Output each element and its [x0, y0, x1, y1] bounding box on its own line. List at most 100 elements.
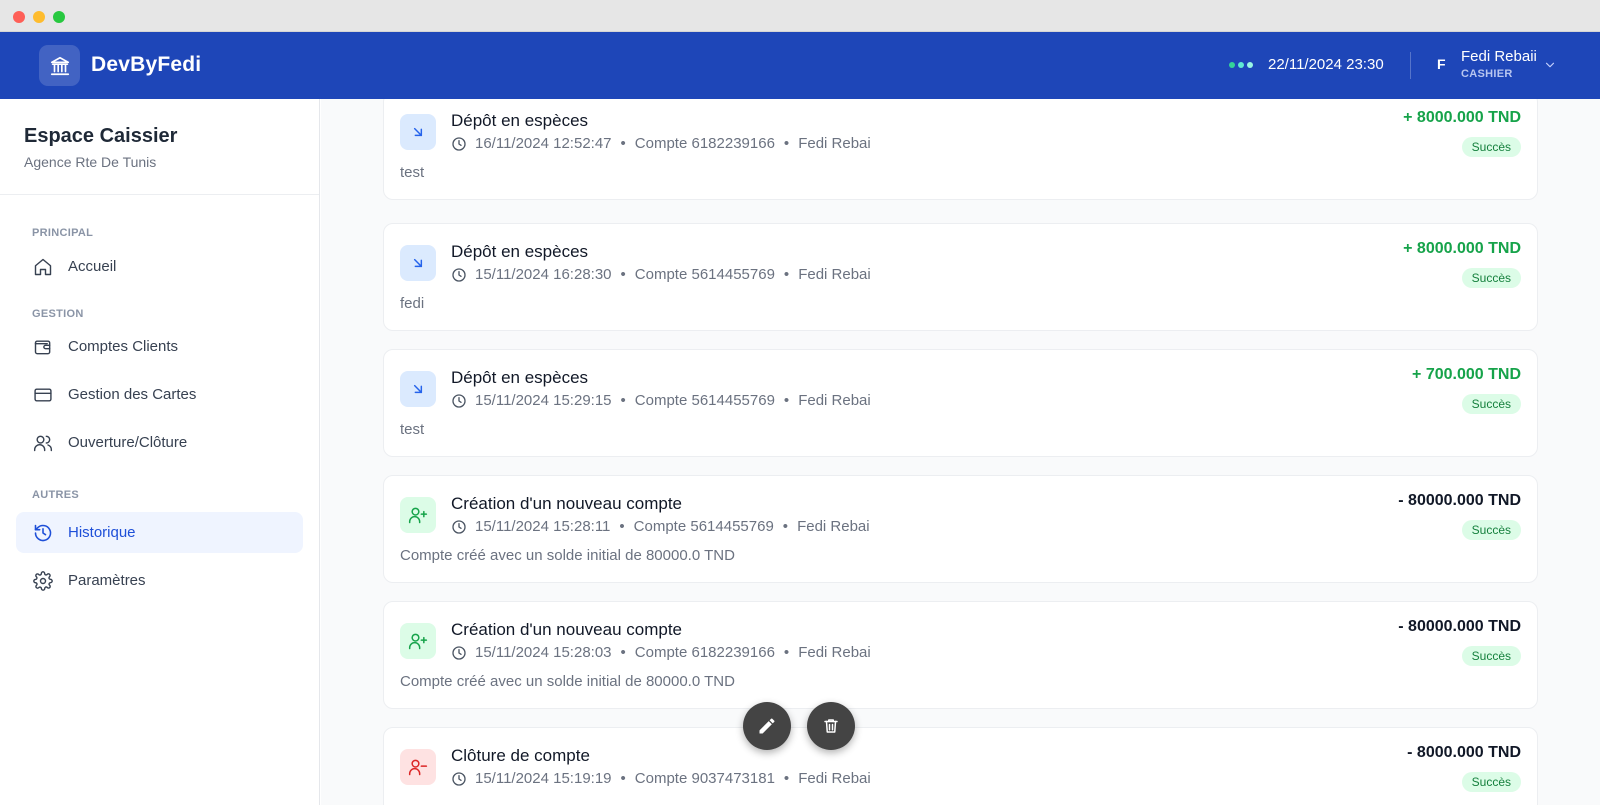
transaction-description: fedi: [400, 295, 425, 312]
transaction-user: Fedi Rebai: [798, 392, 871, 409]
sidebar-header: Espace Caissier Agence Rte De Tunis: [0, 99, 319, 195]
chevron-down-icon[interactable]: [1543, 58, 1557, 77]
transaction-amount: - 8000.000 TND: [1407, 744, 1521, 761]
transaction-history-list[interactable]: Dépôt en espèces 16/11/2024 12:52:47 • Comp…: [321, 99, 1600, 805]
sidebar-item-ouverture-cloture[interactable]: Ouverture/Clôture: [16, 422, 303, 463]
sidebar-item-label: Historique: [68, 524, 136, 541]
avatar[interactable]: F: [1437, 56, 1446, 72]
connection-status-indicator: [1229, 62, 1253, 68]
transaction-date: 16/11/2024 12:52:47: [475, 135, 612, 152]
edit-floating-button[interactable]: [743, 702, 791, 750]
transaction-amount: + 700.000 TND: [1412, 366, 1521, 383]
transaction-account: Compte 9037473181: [634, 770, 775, 787]
list-item[interactable]: Dépôt en espèces 16/11/2024 12:52:47 • Comp…: [383, 99, 1538, 200]
close-window-button[interactable]: [13, 11, 25, 23]
transaction-meta: 15/11/2024 15:28:03 • Compte 6182239166 • Fe…: [451, 644, 871, 661]
window-titlebar: [0, 0, 1600, 32]
clock-icon: [451, 267, 467, 283]
transaction-date: 15/11/2024 15:29:15: [475, 392, 612, 409]
transaction-description: test: [400, 164, 425, 181]
sidebar-title: Espace Caissier: [24, 125, 178, 147]
status-dot: [1247, 62, 1253, 68]
transaction-user: Fedi Rebai: [798, 135, 871, 152]
meta-separator: •: [782, 518, 789, 535]
status-dot: [1238, 62, 1244, 68]
transaction-account: Compte 5614455769: [633, 518, 774, 535]
section-label-gestion: GESTION: [32, 308, 84, 320]
sidebar-item-comptes-clients[interactable]: Comptes Clients: [16, 326, 303, 367]
status-badge: Succès: [1461, 772, 1521, 792]
sidebar-item-parametres[interactable]: Paramètres: [16, 560, 303, 601]
clock-icon: [451, 393, 467, 409]
list-item[interactable]: Dépôt en espèces 15/11/2024 15:29:15 • Comp…: [383, 349, 1538, 457]
transaction-title: Dépôt en espèces: [451, 242, 589, 261]
delete-floating-button[interactable]: [807, 702, 855, 750]
section-label-principal: PRINCIPAL: [32, 227, 94, 239]
transaction-account: Compte 5614455769: [634, 266, 775, 283]
list-item[interactable]: Création d'un nouveau compte 15/11/2024 1…: [383, 475, 1538, 583]
settings-icon: [32, 570, 54, 592]
status-badge: Succès: [1461, 137, 1521, 157]
users-icon: [32, 432, 54, 454]
clock-icon: [451, 136, 467, 152]
transaction-date: 15/11/2024 15:28:11: [475, 518, 611, 535]
sidebar-item-accueil[interactable]: Accueil: [16, 246, 303, 287]
clock-icon: [451, 771, 467, 787]
sidebar-item-historique[interactable]: Historique: [16, 512, 303, 553]
app-window: DevByFedi 22/11/2024 23:30 F Fedi Rebaii…: [0, 0, 1600, 805]
transaction-amount: + 8000.000 TND: [1403, 109, 1521, 126]
transaction-description: test: [400, 421, 425, 438]
sidebar: Espace Caissier Agence Rte De Tunis PRIN…: [0, 99, 320, 805]
user-plus-icon: [400, 497, 436, 533]
maximize-window-button[interactable]: [53, 11, 65, 23]
branch-name: Agence Rte De Tunis: [24, 154, 157, 170]
transaction-date: 15/11/2024 15:19:19: [475, 770, 612, 787]
status-dot: [1229, 62, 1235, 68]
sidebar-item-label: Ouverture/Clôture: [68, 434, 188, 451]
transaction-title: Dépôt en espèces: [451, 111, 589, 130]
transaction-meta: 15/11/2024 15:29:15 • Compte 5614455769 • Fe…: [451, 392, 871, 409]
minimize-window-button[interactable]: [33, 11, 45, 23]
brand-name[interactable]: DevByFedi: [91, 53, 201, 77]
meta-separator: •: [783, 135, 790, 152]
header-divider: [1410, 52, 1411, 79]
list-item[interactable]: Création d'un nouveau compte 15/11/2024 1…: [383, 601, 1538, 709]
transaction-user: Fedi Rebai: [797, 518, 870, 535]
meta-separator: •: [783, 266, 790, 283]
user-minus-icon: [400, 749, 436, 785]
clock-icon: [451, 645, 467, 661]
arrow-down-right-icon: [400, 371, 436, 407]
meta-separator: •: [783, 392, 790, 409]
arrow-down-right-icon: [400, 245, 436, 281]
user-role: CASHIER: [1461, 68, 1513, 80]
transaction-title: Clôture de compte: [451, 746, 590, 765]
transaction-account: Compte 6182239166: [634, 135, 775, 152]
status-badge: Succès: [1461, 646, 1521, 666]
transaction-user: Fedi Rebai: [798, 644, 871, 661]
transaction-description: Compte créé avec un solde initial de 800…: [400, 547, 735, 564]
meta-separator: •: [619, 518, 625, 535]
current-datetime: 22/11/2024 23:30: [1268, 56, 1384, 73]
clock-icon: [451, 519, 467, 535]
transaction-description: Compte créé avec un solde initial de 800…: [400, 673, 735, 690]
sidebar-item-label: Comptes Clients: [68, 338, 179, 355]
transaction-meta: 15/11/2024 15:28:11 • Compte 5614455769 • Fe…: [451, 518, 870, 535]
user-name[interactable]: Fedi Rebaii: [1461, 48, 1537, 65]
list-item[interactable]: Clôture de compte 15/11/2024 15:19:19 • Com…: [383, 727, 1538, 805]
transaction-title: Dépôt en espèces: [451, 368, 589, 387]
sidebar-item-gestion-cartes[interactable]: Gestion des Cartes: [16, 374, 303, 415]
top-navbar: DevByFedi 22/11/2024 23:30 F Fedi Rebaii…: [0, 32, 1600, 99]
section-label-autres: AUTRES: [32, 489, 80, 501]
transaction-user: Fedi Rebai: [798, 770, 871, 787]
transaction-account: Compte 6182239166: [634, 644, 775, 661]
transaction-meta: 15/11/2024 16:28:30 • Compte 5614455769 • Fe…: [451, 266, 871, 283]
meta-separator: •: [620, 135, 626, 152]
transaction-meta: 16/11/2024 12:52:47 • Compte 6182239166 • Fe…: [451, 135, 871, 152]
transaction-amount: - 80000.000 TND: [1398, 618, 1521, 635]
meta-separator: •: [620, 644, 626, 661]
sidebar-item-label: Paramètres: [68, 572, 146, 589]
transaction-amount: + 8000.000 TND: [1403, 240, 1521, 257]
bank-icon[interactable]: [39, 45, 80, 86]
list-item[interactable]: Dépôt en espèces 15/11/2024 16:28:30 • Comp…: [383, 223, 1538, 331]
transaction-account: Compte 5614455769: [634, 392, 775, 409]
